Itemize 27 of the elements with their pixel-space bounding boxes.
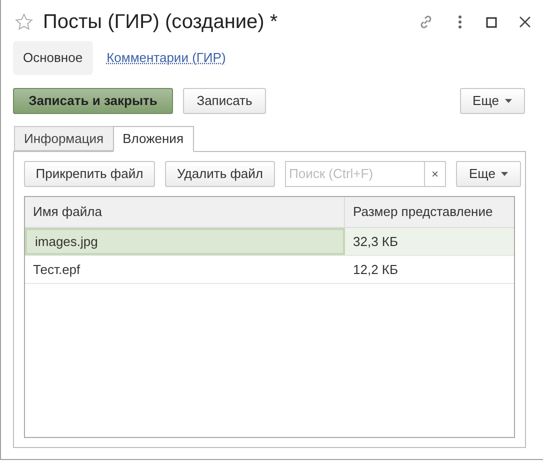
table-cell-text: 12,2 КБ <box>352 260 400 279</box>
clear-button[interactable]: × <box>424 162 445 186</box>
delete-file-button[interactable]: Удалить файл <box>165 161 275 187</box>
window-title: Посты (ГИР) (создание) * <box>43 10 278 35</box>
caret-icon <box>505 99 512 103</box>
attach-file-button[interactable]: Прикрепить файл <box>24 161 155 187</box>
save-button[interactable]: Записать <box>183 88 266 114</box>
search-field[interactable]: Поиск (Ctrl+F) × <box>285 161 446 187</box>
table-cell: images.jpg <box>25 228 345 255</box>
close-icon[interactable] <box>519 16 531 28</box>
link-icon[interactable] <box>418 14 434 30</box>
more-button[interactable]: Еще <box>460 88 525 114</box>
column-header[interactable]: Имя файла <box>25 197 345 227</box>
maximize-icon[interactable] <box>486 16 497 28</box>
more-actions-icon[interactable] <box>458 15 462 29</box>
section-tab[interactable]: Комментарии (ГИР) <box>104 41 228 75</box>
caret-icon <box>501 172 508 176</box>
tab[interactable]: Информация <box>14 126 113 151</box>
tab[interactable]: Вложения <box>112 126 194 152</box>
save-and-close-button[interactable]: Записать и закрыть <box>13 88 173 114</box>
section-tab[interactable]: Основное <box>13 41 93 75</box>
table-cell-text: Тест.epf <box>32 260 82 279</box>
column-header[interactable]: Размер представление <box>345 197 514 227</box>
star-icon[interactable] <box>15 13 33 31</box>
table-cell-text: 32,3 КБ <box>352 232 400 251</box>
more-button[interactable]: Еще <box>456 161 522 187</box>
table-row[interactable]: images.jpg 32,3 КБ <box>25 228 514 256</box>
